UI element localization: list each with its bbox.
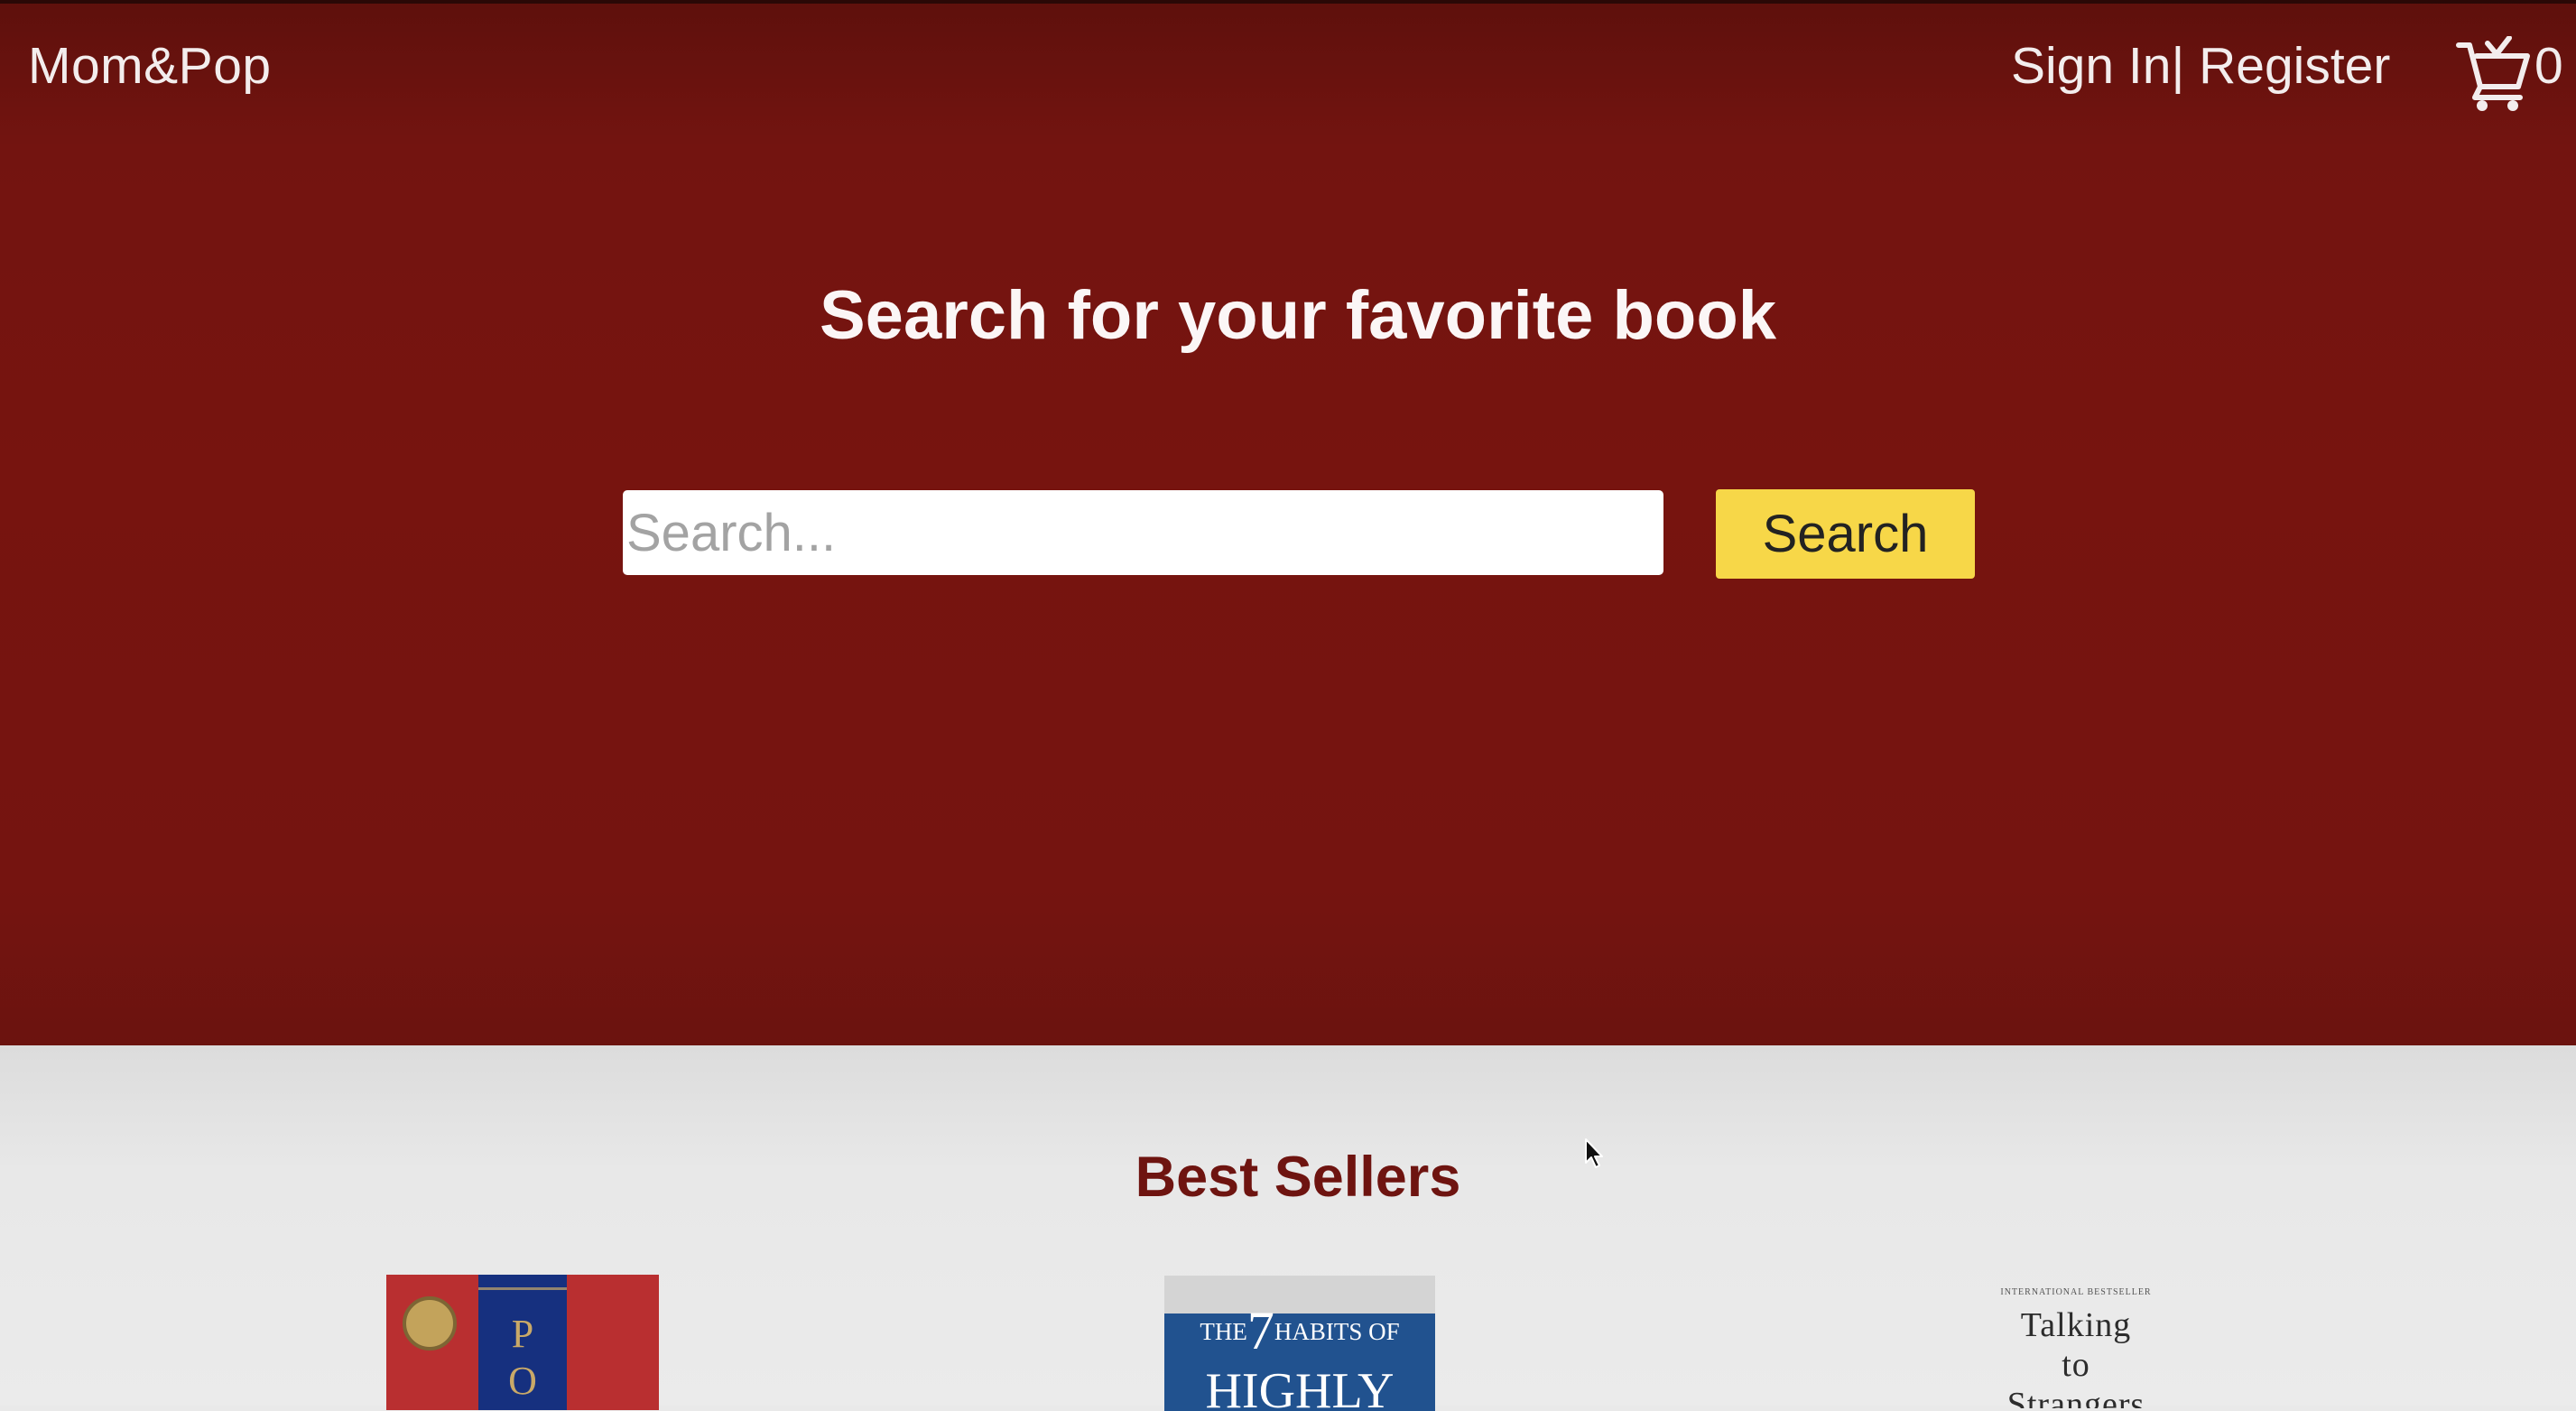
cover-rest: HABITS OF bbox=[1274, 1318, 1400, 1345]
shopping-cart-icon bbox=[2456, 36, 2530, 111]
top-edge bbox=[0, 0, 2576, 4]
book-cover-1[interactable]: P O bbox=[386, 1275, 659, 1410]
cover-title-letters: P O bbox=[478, 1311, 567, 1405]
search-input[interactable] bbox=[623, 490, 1663, 575]
cover-number: 7 bbox=[1246, 1301, 1274, 1360]
cover-title-line2: HIGHLY bbox=[1205, 1363, 1395, 1411]
cover-title-line: Talking bbox=[2020, 1306, 2132, 1344]
mouse-pointer-icon bbox=[1585, 1138, 1603, 1168]
bestseller-seal bbox=[403, 1296, 457, 1351]
cover-letter: O bbox=[508, 1359, 537, 1403]
sign-in-link[interactable]: Sign In bbox=[2011, 37, 2171, 95]
auth-separator: | bbox=[2171, 37, 2185, 95]
cart-button[interactable]: 0 bbox=[2455, 32, 2572, 114]
cover-top-band bbox=[1164, 1276, 1435, 1314]
hero-headline: Search for your favorite book bbox=[819, 277, 1777, 354]
cover-title: THE7HABITS OF bbox=[1164, 1304, 1435, 1358]
cover-letter: P bbox=[511, 1312, 534, 1356]
register-link[interactable]: Register bbox=[2184, 37, 2390, 95]
brand-logo[interactable]: Mom&Pop bbox=[28, 36, 272, 96]
auth-links: Sign In| Register bbox=[2011, 36, 2390, 96]
book-cover-3[interactable]: INTERNATIONAL BESTSELLER Talking to Stra… bbox=[1968, 1282, 2184, 1408]
best-sellers-title: Best Sellers bbox=[1135, 1146, 1461, 1209]
cover-title-line: to bbox=[2062, 1346, 2090, 1384]
cover-prefix: THE bbox=[1200, 1318, 1247, 1345]
cover-tagline bbox=[478, 1287, 567, 1290]
book-cover-2[interactable]: THE7HABITS OF HIGHLY bbox=[1164, 1276, 1435, 1411]
cover-tag: INTERNATIONAL BESTSELLER bbox=[2000, 1287, 2152, 1297]
search-button[interactable]: Search bbox=[1716, 489, 1975, 579]
cover-title-line: Strangers bbox=[2006, 1386, 2145, 1408]
cover-title: Talking to Strangers bbox=[1968, 1305, 2184, 1408]
cart-count: 0 bbox=[2534, 37, 2563, 95]
